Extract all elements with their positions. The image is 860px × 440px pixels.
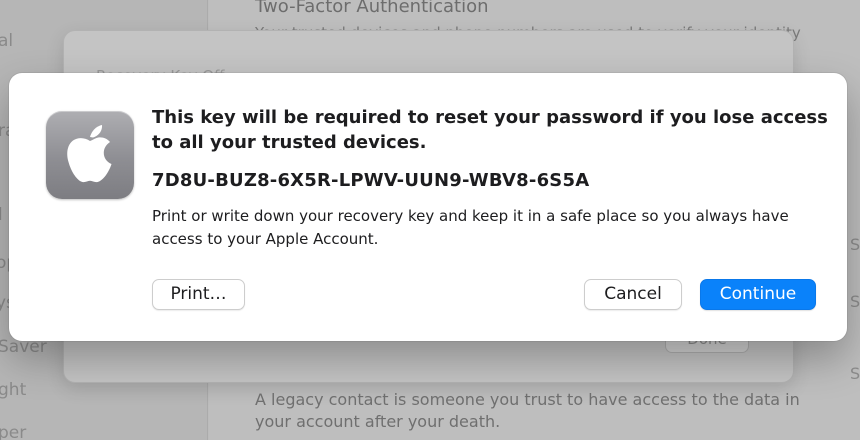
dialog-message: Print or write down your recovery key an… — [152, 207, 789, 248]
background-right-fragment: S — [850, 292, 860, 311]
screen: al ra l op ys Saver ght per Two-Factor A… — [0, 0, 860, 440]
sidebar-fragment: ght — [0, 380, 27, 400]
background-right-fragment: S — [850, 235, 860, 254]
apple-logo-icon — [46, 111, 134, 199]
continue-button[interactable]: Continue — [700, 279, 816, 310]
sidebar-fragment: per — [0, 423, 27, 440]
apple-logo-glyph — [67, 125, 112, 183]
sidebar-fragment: al — [0, 31, 14, 51]
print-button[interactable]: Print… — [152, 279, 245, 310]
recovery-key-value: 7D8U-BUZ8-6X5R-LPWV-UUN9-WBV8-6S5A — [152, 170, 590, 191]
cancel-button[interactable]: Cancel — [584, 279, 682, 310]
background-section-heading: Two-Factor Authentication — [255, 0, 489, 17]
recovery-key-dialog: This key will be required to reset your … — [9, 73, 847, 341]
sidebar-fragment: l — [0, 205, 3, 225]
background-right-fragment: S — [850, 364, 860, 383]
background-legacy-contact-text: A legacy contact is someone you trust to… — [255, 390, 800, 431]
dialog-title: This key will be required to reset your … — [152, 107, 828, 153]
